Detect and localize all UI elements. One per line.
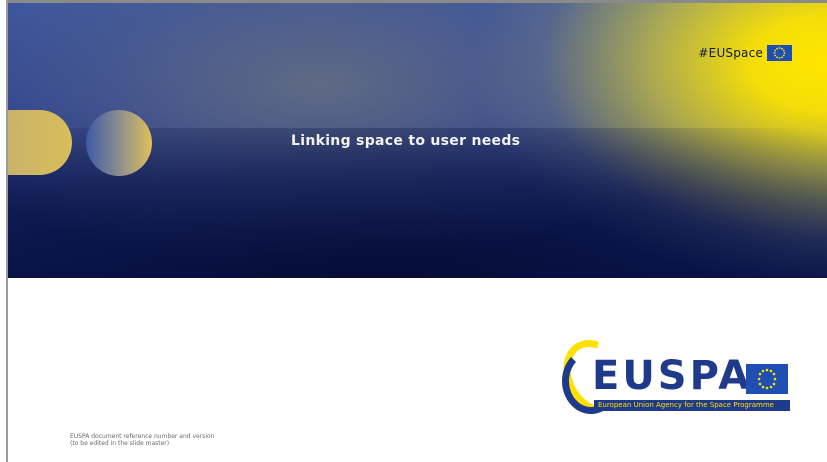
banner-tagline: Linking space to user needs (291, 133, 521, 149)
eu-flag-icon (746, 364, 788, 394)
euspa-logo: EUSPA European Union Agency for the Spac… (550, 328, 792, 426)
decorative-circle (86, 110, 152, 176)
eu-flag-stars (773, 47, 786, 59)
presentation-slide: #EUSpace Linking space to user needs EUS… (0, 0, 827, 462)
eu-flag-icon (767, 45, 792, 61)
document-reference-note: EUSPA document reference number and vers… (70, 433, 214, 447)
logo-wordmark: EUSPA (592, 353, 753, 399)
hero-banner: #EUSpace Linking space to user needs (8, 3, 827, 278)
eu-flag-stars (757, 368, 777, 390)
slide-left-border (0, 0, 8, 462)
eu-space-hashtag: #EUSpace (698, 46, 763, 60)
logo-agency-name: European Union Agency for the Space Prog… (598, 401, 774, 409)
decorative-half-circle (8, 110, 72, 175)
document-reference-line2: (to be edited in the slide master) (70, 440, 170, 447)
document-reference-line1: EUSPA document reference number and vers… (70, 433, 215, 440)
